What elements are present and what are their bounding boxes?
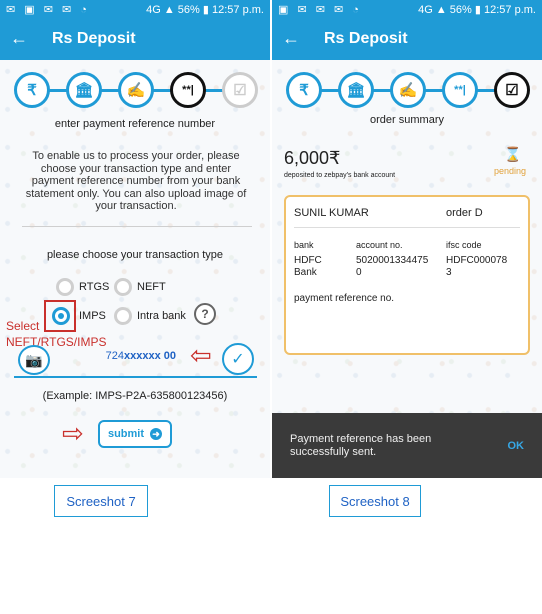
step-heading: enter payment reference number xyxy=(54,118,216,130)
notification-icons: ▣ ✉ ✉ ✉ ◔ xyxy=(278,4,362,16)
bank-value-1: HDFC xyxy=(294,255,322,266)
signal-icon: ▲ xyxy=(163,4,175,16)
input-underline xyxy=(14,376,257,378)
rtgs-label: RTGS xyxy=(79,281,110,293)
card-divider xyxy=(294,227,520,228)
neft-label: NEFT xyxy=(137,281,166,293)
transaction-type-label: please choose your transaction type xyxy=(46,249,224,261)
col-ifsc: ifsc code xyxy=(446,240,482,250)
back-arrow-icon[interactable]: ← xyxy=(282,28,300,49)
app-bar: ← Rs Deposit xyxy=(0,20,270,60)
arrow-right-icon: ➜ xyxy=(150,428,163,440)
clock: 12:57 p.m. xyxy=(212,4,264,16)
battery-percent: 56% xyxy=(177,4,200,16)
rupee-icon: ₹ xyxy=(14,72,50,108)
status-right: 4G ▲ 56% ▮ 12:57 p.m. xyxy=(146,3,264,16)
deposit-caption: deposited to zebpay's bank account xyxy=(284,172,396,179)
account-value-1: 5020001334475 xyxy=(356,255,429,266)
status-bar: ✉ ▣ ✉ ✉ ◔ 4G ▲ 56% ▮ 12:57 p.m. xyxy=(0,0,270,20)
camera-icon[interactable]: 📷 xyxy=(18,345,50,375)
page-title: Rs Deposit xyxy=(52,30,136,47)
caption-left: Screeshot 7 xyxy=(54,485,148,517)
bank-value-2: Bank xyxy=(294,267,317,278)
status-right: 4G ▲ 56% ▮ 12:57 p.m. xyxy=(418,3,536,16)
battery-percent: 56% xyxy=(449,4,472,16)
annotation-arrow-left-icon: ⇦ xyxy=(190,340,212,370)
step-heading: order summary xyxy=(370,114,444,126)
divider xyxy=(22,226,252,227)
example-text: (Example: IMPS-P2A-635800123456) xyxy=(42,390,228,402)
checkbox-icon: ☑ xyxy=(222,72,258,108)
rupee-icon: ₹ xyxy=(286,72,322,108)
account-value-2: 0 xyxy=(356,267,362,278)
clock: 12:57 p.m. xyxy=(484,4,536,16)
password-icon: **| xyxy=(442,72,478,108)
deposit-amount: 6,000₹ xyxy=(284,148,341,168)
status-badge: pending xyxy=(494,166,527,176)
screenshot-7: ✉ ▣ ✉ ✉ ◔ 4G ▲ 56% ▮ 12:57 p.m. ← Rs Dep… xyxy=(0,0,270,478)
status-bar: ▣ ✉ ✉ ✉ ◔ 4G ▲ 56% ▮ 12:57 p.m. xyxy=(272,0,542,20)
snackbar: Payment reference has been successfully … xyxy=(272,413,542,478)
signal-label: 4G xyxy=(146,4,161,16)
reference-masked: xxxxxx 00 xyxy=(124,350,176,362)
screenshot-8: ▣ ✉ ✉ ✉ ◔ 4G ▲ 56% ▮ 12:57 p.m. ← Rs Dep… xyxy=(272,0,542,478)
ifsc-value-1: HDFC000078 xyxy=(446,255,508,266)
payment-ref-label: payment reference no. xyxy=(294,293,395,304)
submit-label: submit xyxy=(107,428,145,440)
instructions-text: To enable us to process your order, plea… xyxy=(25,150,247,212)
signal-icon: ▲ xyxy=(435,4,447,16)
neft-radio[interactable] xyxy=(114,278,132,296)
page-title: Rs Deposit xyxy=(324,30,408,47)
notification-icons: ✉ ▣ ✉ ✉ ◔ xyxy=(6,4,90,16)
sign-icon: ✍ xyxy=(390,72,426,108)
snackbar-ok-button[interactable]: OK xyxy=(508,440,525,452)
sign-icon: ✍ xyxy=(118,72,154,108)
reference-prefix: 724 xyxy=(105,350,124,362)
progress-steps: ₹ 🏛 ✍ **| ☑ xyxy=(14,72,259,108)
confirm-check-icon[interactable]: ✓ xyxy=(222,343,254,375)
battery-icon: ▮ xyxy=(202,4,209,16)
app-bar: ← Rs Deposit xyxy=(272,20,542,60)
annotation-arrow-right-icon: ⇨ xyxy=(62,418,84,448)
bank-icon: 🏛 xyxy=(66,72,102,108)
back-arrow-icon[interactable]: ← xyxy=(10,28,28,49)
progress-steps: ₹ 🏛 ✍ **| ☑ xyxy=(286,72,531,108)
snackbar-message: Payment reference has been successfully … xyxy=(290,433,432,458)
intra-bank-radio[interactable] xyxy=(114,307,132,325)
ifsc-value-2: 3 xyxy=(446,267,452,278)
order-label: order D xyxy=(446,207,483,219)
signal-label: 4G xyxy=(418,4,433,16)
password-icon: **| xyxy=(170,72,206,108)
col-account: account no. xyxy=(356,240,403,250)
col-bank: bank xyxy=(294,240,314,250)
bank-icon: 🏛 xyxy=(338,72,374,108)
help-icon[interactable]: ? xyxy=(194,303,216,325)
submit-button[interactable]: submit ➜ xyxy=(98,420,172,448)
battery-icon: ▮ xyxy=(474,4,481,16)
intra-bank-label: Intra bank xyxy=(137,310,186,322)
checkbox-icon: ☑ xyxy=(494,72,530,108)
customer-name: SUNIL KUMAR xyxy=(294,207,369,219)
caption-right: Screeshot 8 xyxy=(329,485,421,517)
rtgs-radio[interactable] xyxy=(56,278,74,296)
hourglass-icon: ⌛ xyxy=(504,146,522,162)
order-card: SUNIL KUMAR order D bank account no. ifs… xyxy=(284,195,530,355)
annotation-text: Select NEFT/RTGS/IMPS xyxy=(6,319,107,349)
